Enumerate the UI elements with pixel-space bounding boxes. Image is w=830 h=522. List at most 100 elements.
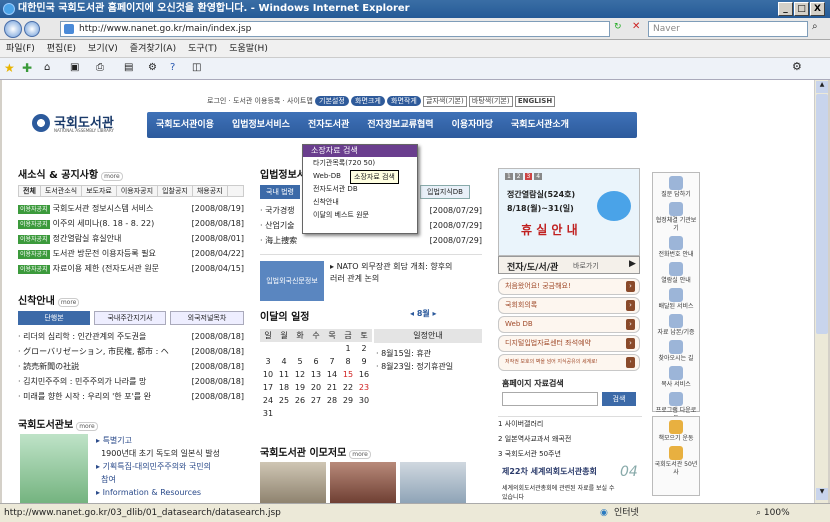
list-item[interactable]: · 8월23일: 정기휴관일 — [376, 360, 453, 373]
list-item[interactable]: 1900년대 초기 독도의 일본식 발성 — [96, 447, 220, 460]
dropdown-item-elib-db[interactable]: 전자도서관 DB — [303, 183, 417, 196]
list-item[interactable]: 참여 — [96, 473, 220, 486]
refresh-icon[interactable]: ↻ — [614, 22, 622, 32]
menu-file[interactable]: 파일(F) — [6, 44, 35, 54]
favorites-star-icon[interactable]: ★ — [4, 61, 15, 75]
search-icon[interactable]: ⌕ — [812, 21, 818, 32]
photo-thumb-3[interactable] — [400, 462, 466, 503]
list-item[interactable]: ▸ NATO 외무장관 회담 개최: 향후의 — [330, 261, 452, 273]
page-icon[interactable]: ▤ — [124, 62, 133, 73]
sitemap-link[interactable]: 사이트맵 — [287, 97, 313, 105]
list-item[interactable]: 러러 관계 논의 — [330, 273, 452, 285]
tab-legis-db[interactable]: 입법지식DB — [420, 185, 470, 199]
magazine-more-link[interactable]: more — [76, 422, 98, 431]
calendar-day[interactable]: 6 — [308, 355, 324, 368]
tab-domestic-weekly[interactable]: 국내주간지기사 — [94, 311, 166, 325]
rail-history[interactable]: 국회도서관 50년사 — [653, 446, 699, 477]
elib-header[interactable]: 전자/도/서/관 바로가기 ▶ — [498, 256, 640, 274]
calendar-day[interactable]: 5 — [292, 355, 308, 368]
list-item[interactable]: ▸ Information & Resources — [96, 486, 220, 499]
list-item[interactable]: 1 사이버갤러리 — [498, 417, 642, 432]
elib-webdb-button[interactable]: Web DB — [498, 316, 640, 333]
dropdown-item-other-catalog[interactable]: 타기관목록(720 50) — [303, 157, 417, 170]
feeds-icon[interactable]: ▣ — [70, 62, 79, 73]
help-icon[interactable]: ? — [170, 62, 175, 73]
close-button[interactable]: X — [810, 2, 825, 16]
list-item[interactable]: 이용자공지 도서관 방문전 이용자등록 필요 [2008/04/22] — [18, 246, 244, 261]
tab-books[interactable]: 단행본 — [18, 311, 90, 325]
list-item[interactable]: 3 국회도서관 50주년 — [498, 447, 642, 462]
elib-seat-button[interactable]: 디지털입법자료센터 좌석예약 — [498, 335, 640, 352]
back-button[interactable] — [4, 20, 22, 38]
rail-reading-room[interactable]: 열람실 안내 — [653, 262, 699, 285]
photo-thumb-2[interactable] — [330, 462, 396, 503]
register-link[interactable]: 도서관 이용등록 — [233, 97, 280, 105]
closure-notice-banner[interactable]: 1 2 3 4 정간열람실(524호) 8/18(월)~31(일) 휴 실 안 … — [498, 168, 640, 256]
list-item[interactable]: · グローバリゼーション, 市民権, 都市 : ヘ [2008/08/18] — [18, 344, 244, 359]
zoom-level[interactable]: ⌕ 100% — [756, 504, 790, 522]
login-link[interactable]: 로그인 — [207, 97, 226, 105]
tab-domestic-law[interactable]: 국내 법령 — [260, 185, 300, 199]
bg-color-select[interactable]: 바탕색(기본) — [468, 96, 513, 107]
calendar-day[interactable]: 27 — [308, 394, 324, 407]
forward-button[interactable] — [24, 21, 40, 37]
tab-all[interactable]: 전체 — [19, 186, 41, 196]
elib-minutes-button[interactable]: 국회회의록 — [498, 297, 640, 314]
maximize-button[interactable]: □ — [794, 2, 809, 16]
calendar-day[interactable]: 19 — [292, 381, 308, 394]
address-input[interactable]: http://www.nanet.go.kr/main/index.jsp — [60, 21, 610, 37]
rail-directions[interactable]: 찾아오시는 길 — [653, 340, 699, 363]
menu-help[interactable]: 도움말(H) — [229, 44, 268, 54]
english-link[interactable]: ENGLISH — [514, 96, 556, 107]
rail-phone[interactable]: 전화번호 안내 — [653, 236, 699, 259]
elib-copyright-button[interactable]: 저작권 보호의 벽을 넘어 지식공유의 세계로! — [498, 354, 640, 371]
calendar-day[interactable]: 9 — [356, 355, 372, 368]
scroll-up-icon[interactable]: ▲ — [816, 81, 828, 93]
calendar-day[interactable]: 8 — [340, 355, 356, 368]
rail-copy[interactable]: 복사 서비스 — [653, 366, 699, 389]
minimize-button[interactable]: _ — [778, 2, 793, 16]
calendar-day[interactable]: 22 — [340, 381, 356, 394]
list-item[interactable]: · 리더의 심리학 : 인간관계의 주도권을 [2008/08/18] — [18, 329, 244, 344]
zoom-out-button[interactable]: 화면작게 — [387, 96, 421, 106]
list-item[interactable]: · 読売新聞の社説 [2008/08/18] — [18, 359, 244, 374]
tab-press[interactable]: 보도자료 — [82, 186, 117, 196]
toolbar-menu-icon[interactable]: ⚙ — [792, 60, 802, 73]
calendar-day[interactable]: 25 — [276, 394, 292, 407]
magazine-cover-image[interactable] — [20, 434, 88, 503]
rail-agreement[interactable]: 협정체결 기관보기 — [653, 202, 699, 233]
calendar-day[interactable]: 17 — [260, 381, 276, 394]
calendar-day[interactable]: 18 — [276, 381, 292, 394]
calendar-day[interactable]: 28 — [324, 394, 340, 407]
tab-recruit[interactable]: 채용공지 — [193, 186, 228, 196]
calendar-day[interactable]: 2 — [356, 342, 372, 355]
tab-library-news[interactable]: 도서관소식 — [41, 186, 83, 196]
tab-user-notice[interactable]: 이용자공지 — [117, 186, 159, 196]
calendar-day[interactable]: 7 — [324, 355, 340, 368]
home-icon[interactable]: ⌂ — [44, 62, 50, 73]
scroll-thumb[interactable] — [816, 94, 828, 334]
new-books-more-link[interactable]: more — [57, 298, 80, 307]
nav-info-exchange[interactable]: 전자정보교류협력 — [358, 112, 442, 138]
dropdown-item-monthly-best[interactable]: 이달의 베스트 원문 — [303, 209, 417, 222]
tab-bid-notice[interactable]: 입찰공지 — [158, 186, 193, 196]
menu-edit[interactable]: 편집(E) — [47, 44, 76, 54]
search-input[interactable]: Naver — [648, 21, 808, 37]
dropdown-item-new-books[interactable]: 신착안내 — [303, 196, 417, 209]
stop-icon[interactable]: ✕ — [632, 21, 640, 32]
rail-delivery[interactable]: 배달된 서비스 — [653, 288, 699, 311]
rail-qa[interactable]: 질문 답하기 — [653, 176, 699, 199]
nav-about[interactable]: 국회도서관소개 — [502, 112, 578, 138]
menu-view[interactable]: 보기(V) — [88, 44, 118, 54]
hp-search-button[interactable]: 검색 — [602, 392, 636, 406]
list-item[interactable]: ▸ 특별기고 — [96, 434, 220, 447]
list-item[interactable]: 이용자공지 자료이용 제한 (전자도서관 원문 [2008/04/15] — [18, 261, 244, 276]
photo-more-link[interactable]: more — [349, 450, 371, 459]
calendar-day[interactable]: 20 — [308, 381, 324, 394]
calendar-day[interactable]: 31 — [260, 407, 276, 420]
calendar-day[interactable]: 4 — [276, 355, 292, 368]
research-icon[interactable]: ◫ — [192, 62, 201, 73]
calendar-day[interactable]: 12 — [292, 368, 308, 381]
calendar-day[interactable]: 16 — [356, 368, 372, 381]
news-more-link[interactable]: more — [101, 172, 123, 181]
